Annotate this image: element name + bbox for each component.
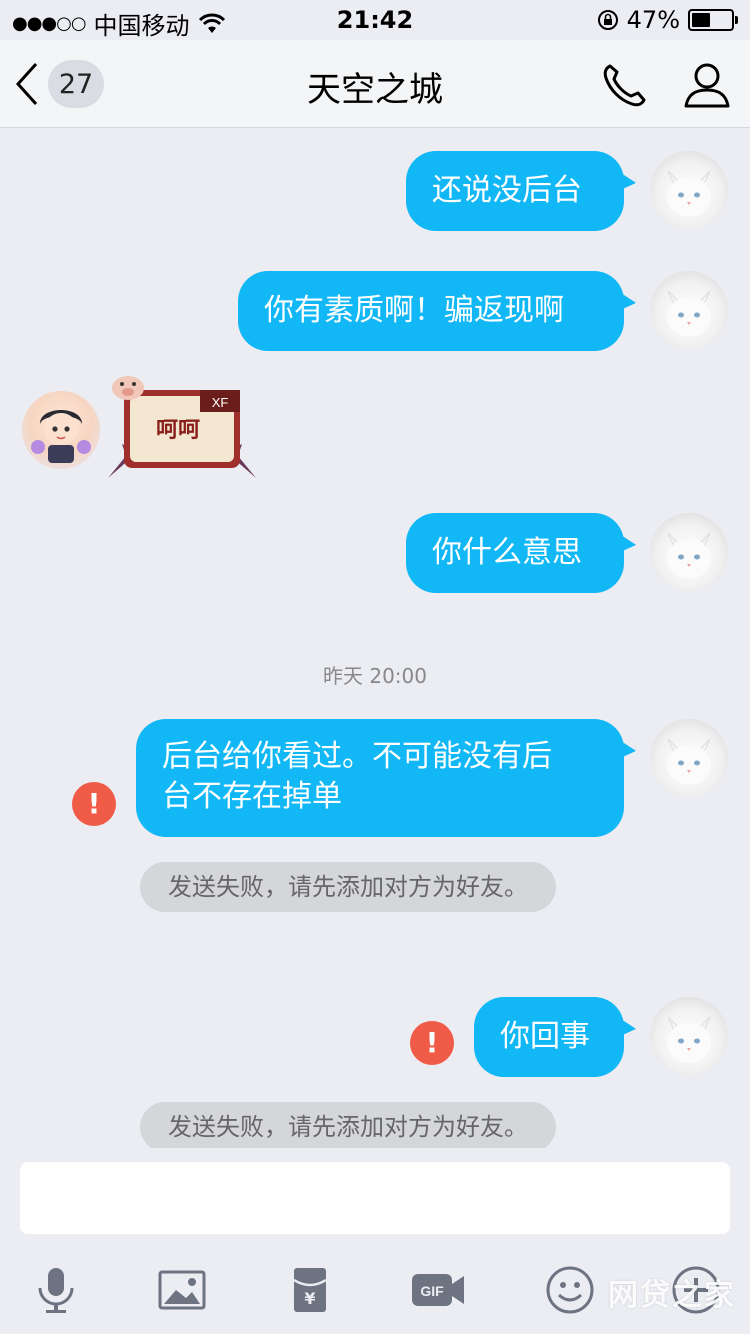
message-bubble-outgoing[interactable]: 你回事 xyxy=(474,997,624,1077)
signal-strength-icon: ●●●○○ xyxy=(12,13,87,34)
gif-icon[interactable]: GIF xyxy=(410,1264,466,1316)
message-bubble-outgoing[interactable]: 你有素质啊！骗返现啊 xyxy=(238,271,624,351)
white-cat-avatar-icon xyxy=(667,1016,711,1063)
message-input[interactable] xyxy=(20,1162,730,1234)
message-bubble-outgoing[interactable]: 你什么意思 xyxy=(406,513,624,593)
white-cat-avatar-icon xyxy=(667,170,711,217)
status-right: 47% xyxy=(597,6,738,34)
microphone-icon[interactable] xyxy=(30,1264,82,1316)
contact-avatar[interactable] xyxy=(22,391,100,469)
message-text-line: 后台给你看过。不可能没有后 xyxy=(162,739,552,774)
emoji-icon[interactable] xyxy=(544,1264,596,1316)
chat-message-list[interactable]: 还说没后台 你有素质啊！骗返现啊 XF 呵呵 你什么意思 昨天 20:00 ! … xyxy=(0,128,750,1148)
message-timestamp: 昨天 20:00 xyxy=(323,664,427,688)
sticker-text: 呵呵 xyxy=(156,418,200,443)
white-cat-avatar-icon xyxy=(667,738,711,785)
profile-icon[interactable] xyxy=(682,60,732,110)
system-notice: 发送失败，请先添加对方为好友。 xyxy=(140,862,556,912)
message-text: 还说没后台 xyxy=(432,173,582,208)
send-failed-icon[interactable]: ! xyxy=(410,1021,454,1065)
image-icon[interactable] xyxy=(156,1264,208,1316)
battery-level xyxy=(692,13,710,27)
wifi-icon xyxy=(198,13,225,33)
sticker-badge: XF xyxy=(212,395,229,410)
white-cat-avatar-icon xyxy=(667,290,711,337)
my-avatar[interactable] xyxy=(650,513,728,591)
cartoon-boy-avatar-icon xyxy=(31,410,91,463)
my-avatar[interactable] xyxy=(650,271,728,349)
message-text: 你回事 xyxy=(500,1019,590,1054)
svg-text:GIF: GIF xyxy=(420,1283,444,1299)
my-avatar[interactable] xyxy=(650,151,728,229)
nav-bar: 27 天空之城 xyxy=(0,40,750,128)
red-packet-icon[interactable]: ¥ xyxy=(284,1264,336,1316)
message-bubble-outgoing[interactable]: 后台给你看过。不可能没有后 台不存在掉单 xyxy=(136,719,624,837)
message-text: 你什么意思 xyxy=(432,535,582,570)
watermark: 网贷之家 xyxy=(608,1278,736,1313)
my-avatar[interactable] xyxy=(650,997,728,1075)
white-cat-avatar-icon xyxy=(667,532,711,579)
status-bar: ●●●○○ 中国移动 21:42 47% xyxy=(0,0,750,40)
system-notice: 发送失败，请先添加对方为好友。 xyxy=(140,1102,556,1148)
sticker-message[interactable]: XF 呵呵 xyxy=(106,374,258,480)
send-failed-icon[interactable]: ! xyxy=(72,782,116,826)
carrier-label: 中国移动 xyxy=(93,12,190,40)
message-bubble-outgoing[interactable]: 还说没后台 xyxy=(406,151,624,231)
my-avatar[interactable] xyxy=(650,719,728,797)
status-left: ●●●○○ 中国移动 xyxy=(12,6,226,41)
hehe-sticker-icon: XF 呵呵 xyxy=(108,376,256,478)
message-text: 你有素质啊！骗返现啊 xyxy=(264,293,564,328)
battery-icon xyxy=(688,9,738,31)
phone-call-icon[interactable] xyxy=(600,60,650,110)
orientation-lock-icon xyxy=(597,10,618,30)
message-text-line: 台不存在掉单 xyxy=(162,779,342,814)
battery-percent: 47% xyxy=(626,6,680,34)
svg-text:¥: ¥ xyxy=(304,1289,315,1308)
